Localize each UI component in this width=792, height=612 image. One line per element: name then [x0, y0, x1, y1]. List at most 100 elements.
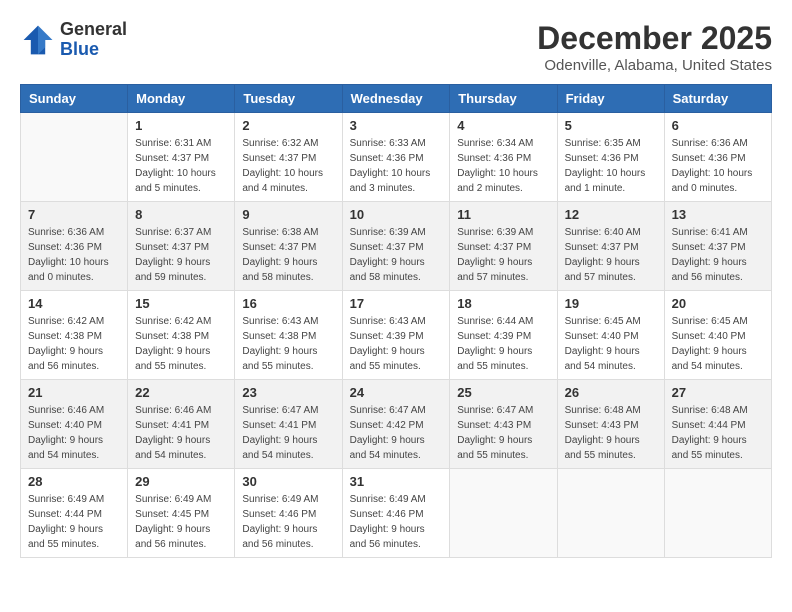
day-info: Sunrise: 6:48 AM Sunset: 4:44 PM Dayligh…	[672, 403, 764, 463]
calendar-day-cell: 14 Sunrise: 6:42 AM Sunset: 4:38 PM Dayli…	[21, 291, 128, 380]
calendar-day-cell	[557, 469, 664, 558]
day-info: Sunrise: 6:49 AM Sunset: 4:45 PM Dayligh…	[135, 492, 227, 552]
calendar-day-cell: 30 Sunrise: 6:49 AM Sunset: 4:46 PM Dayli…	[235, 469, 342, 558]
calendar-week-row: 21 Sunrise: 6:46 AM Sunset: 4:40 PM Dayli…	[21, 380, 772, 469]
day-info: Sunrise: 6:38 AM Sunset: 4:37 PM Dayligh…	[242, 225, 334, 285]
day-info: Sunrise: 6:42 AM Sunset: 4:38 PM Dayligh…	[28, 314, 120, 374]
calendar-day-cell	[664, 469, 771, 558]
day-number: 20	[672, 296, 764, 311]
day-info: Sunrise: 6:46 AM Sunset: 4:41 PM Dayligh…	[135, 403, 227, 463]
day-info: Sunrise: 6:49 AM Sunset: 4:46 PM Dayligh…	[350, 492, 443, 552]
day-info: Sunrise: 6:36 AM Sunset: 4:36 PM Dayligh…	[28, 225, 120, 285]
calendar-day-cell: 23 Sunrise: 6:47 AM Sunset: 4:41 PM Dayli…	[235, 380, 342, 469]
calendar-day-cell: 28Sunrise: 6:49 AM Sunset: 4:44 PM Dayli…	[21, 469, 128, 558]
day-info: Sunrise: 6:34 AM Sunset: 4:36 PM Dayligh…	[457, 136, 549, 196]
day-info: Sunrise: 6:47 AM Sunset: 4:41 PM Dayligh…	[242, 403, 334, 463]
logo-icon	[20, 22, 56, 58]
day-number: 3	[350, 118, 443, 133]
calendar-header-row: SundayMondayTuesdayWednesdayThursdayFrid…	[21, 85, 772, 113]
calendar-day-cell: 13Sunrise: 6:41 AM Sunset: 4:37 PM Dayli…	[664, 202, 771, 291]
calendar-week-row: 1Sunrise: 6:31 AM Sunset: 4:37 PM Daylig…	[21, 113, 772, 202]
calendar-day-cell: 11Sunrise: 6:39 AM Sunset: 4:37 PM Dayli…	[450, 202, 557, 291]
day-number: 13	[672, 207, 764, 222]
day-number: 30	[242, 474, 334, 489]
location: Odenville, Alabama, United States	[537, 57, 772, 74]
calendar-day-cell: 25Sunrise: 6:47 AM Sunset: 4:43 PM Dayli…	[450, 380, 557, 469]
day-number: 12	[565, 207, 657, 222]
calendar-week-row: 14 Sunrise: 6:42 AM Sunset: 4:38 PM Dayli…	[21, 291, 772, 380]
day-info: Sunrise: 6:33 AM Sunset: 4:36 PM Dayligh…	[350, 136, 443, 196]
calendar-day-cell: 29 Sunrise: 6:49 AM Sunset: 4:45 PM Dayli…	[128, 469, 235, 558]
calendar-day-cell: 20 Sunrise: 6:45 AM Sunset: 4:40 PM Dayli…	[664, 291, 771, 380]
calendar-day-cell: 22 Sunrise: 6:46 AM Sunset: 4:41 PM Dayli…	[128, 380, 235, 469]
logo-blue: Blue	[60, 40, 127, 60]
weekday-header: Tuesday	[235, 85, 342, 113]
calendar-day-cell	[21, 113, 128, 202]
page-header: General Blue December 2025 Odenville, Al…	[20, 20, 772, 74]
weekday-header: Monday	[128, 85, 235, 113]
weekday-header: Saturday	[664, 85, 771, 113]
calendar-week-row: 7 Sunrise: 6:36 AM Sunset: 4:36 PM Daylig…	[21, 202, 772, 291]
day-info: Sunrise: 6:31 AM Sunset: 4:37 PM Dayligh…	[135, 136, 227, 196]
day-info: Sunrise: 6:44 AM Sunset: 4:39 PM Dayligh…	[457, 314, 549, 374]
day-info: Sunrise: 6:35 AM Sunset: 4:36 PM Dayligh…	[565, 136, 657, 196]
calendar-day-cell: 8 Sunrise: 6:37 AM Sunset: 4:37 PM Daylig…	[128, 202, 235, 291]
calendar-day-cell: 18 Sunrise: 6:44 AM Sunset: 4:39 PM Dayli…	[450, 291, 557, 380]
weekday-header: Thursday	[450, 85, 557, 113]
day-number: 27	[672, 385, 764, 400]
calendar-day-cell: 1Sunrise: 6:31 AM Sunset: 4:37 PM Daylig…	[128, 113, 235, 202]
calendar-day-cell: 15 Sunrise: 6:42 AM Sunset: 4:38 PM Dayli…	[128, 291, 235, 380]
calendar-day-cell: 3 Sunrise: 6:33 AM Sunset: 4:36 PM Daylig…	[342, 113, 450, 202]
day-number: 7	[28, 207, 120, 222]
day-number: 17	[350, 296, 443, 311]
day-number: 9	[242, 207, 334, 222]
day-info: Sunrise: 6:39 AM Sunset: 4:37 PM Dayligh…	[350, 225, 443, 285]
day-number: 4	[457, 118, 549, 133]
calendar-day-cell: 5 Sunrise: 6:35 AM Sunset: 4:36 PM Daylig…	[557, 113, 664, 202]
calendar-day-cell: 19 Sunrise: 6:45 AM Sunset: 4:40 PM Dayli…	[557, 291, 664, 380]
day-number: 23	[242, 385, 334, 400]
day-number: 5	[565, 118, 657, 133]
day-info: Sunrise: 6:46 AM Sunset: 4:40 PM Dayligh…	[28, 403, 120, 463]
day-number: 15	[135, 296, 227, 311]
logo: General Blue	[20, 20, 127, 60]
day-info: Sunrise: 6:45 AM Sunset: 4:40 PM Dayligh…	[565, 314, 657, 374]
day-number: 31	[350, 474, 443, 489]
day-number: 24	[350, 385, 443, 400]
day-info: Sunrise: 6:42 AM Sunset: 4:38 PM Dayligh…	[135, 314, 227, 374]
calendar-day-cell: 10Sunrise: 6:39 AM Sunset: 4:37 PM Dayli…	[342, 202, 450, 291]
month-title: December 2025	[537, 20, 772, 57]
day-number: 29	[135, 474, 227, 489]
day-info: Sunrise: 6:47 AM Sunset: 4:42 PM Dayligh…	[350, 403, 443, 463]
logo-general: General	[60, 20, 127, 40]
calendar-day-cell: 26Sunrise: 6:48 AM Sunset: 4:43 PM Dayli…	[557, 380, 664, 469]
day-number: 8	[135, 207, 227, 222]
calendar-day-cell: 27 Sunrise: 6:48 AM Sunset: 4:44 PM Dayli…	[664, 380, 771, 469]
day-number: 16	[242, 296, 334, 311]
calendar-day-cell: 12Sunrise: 6:40 AM Sunset: 4:37 PM Dayli…	[557, 202, 664, 291]
weekday-header: Friday	[557, 85, 664, 113]
day-number: 18	[457, 296, 549, 311]
calendar-day-cell: 24 Sunrise: 6:47 AM Sunset: 4:42 PM Dayli…	[342, 380, 450, 469]
day-number: 21	[28, 385, 120, 400]
day-number: 19	[565, 296, 657, 311]
day-info: Sunrise: 6:43 AM Sunset: 4:39 PM Dayligh…	[350, 314, 443, 374]
calendar-day-cell: 17 Sunrise: 6:43 AM Sunset: 4:39 PM Dayli…	[342, 291, 450, 380]
day-info: Sunrise: 6:37 AM Sunset: 4:37 PM Dayligh…	[135, 225, 227, 285]
calendar-day-cell	[450, 469, 557, 558]
day-number: 28	[28, 474, 120, 489]
day-number: 14	[28, 296, 120, 311]
logo-text: General Blue	[60, 20, 127, 60]
day-number: 6	[672, 118, 764, 133]
day-number: 22	[135, 385, 227, 400]
calendar-day-cell: 16Sunrise: 6:43 AM Sunset: 4:38 PM Dayli…	[235, 291, 342, 380]
day-number: 25	[457, 385, 549, 400]
day-info: Sunrise: 6:45 AM Sunset: 4:40 PM Dayligh…	[672, 314, 764, 374]
calendar-day-cell: 2Sunrise: 6:32 AM Sunset: 4:37 PM Daylig…	[235, 113, 342, 202]
calendar-day-cell: 31 Sunrise: 6:49 AM Sunset: 4:46 PM Dayli…	[342, 469, 450, 558]
day-number: 26	[565, 385, 657, 400]
calendar-day-cell: 21 Sunrise: 6:46 AM Sunset: 4:40 PM Dayli…	[21, 380, 128, 469]
weekday-header: Sunday	[21, 85, 128, 113]
calendar-day-cell: 6Sunrise: 6:36 AM Sunset: 4:36 PM Daylig…	[664, 113, 771, 202]
day-info: Sunrise: 6:49 AM Sunset: 4:46 PM Dayligh…	[242, 492, 334, 552]
